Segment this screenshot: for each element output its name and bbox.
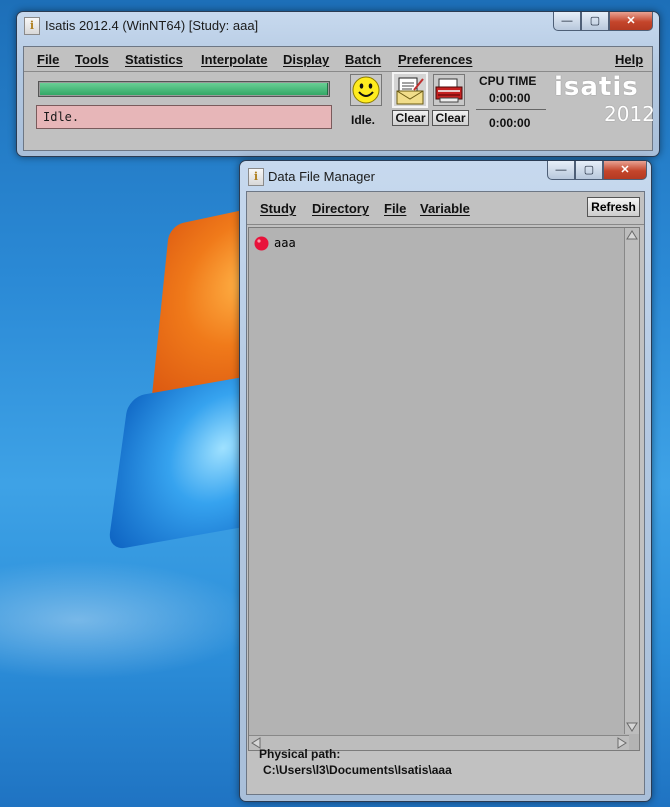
menu-tools[interactable]: Tools xyxy=(75,52,109,67)
dfm-menu-directory[interactable]: Directory xyxy=(312,201,369,216)
main-window-title: Isatis 2012.4 (WinNT64) [Study: aaa] xyxy=(45,18,259,33)
cpu-time-value-1: 0:00:00 xyxy=(489,91,531,105)
dfm-window-title: Data File Manager xyxy=(268,169,375,184)
smiley-button[interactable] xyxy=(350,74,382,106)
data-file-manager-window: i Data File Manager — ▢ ✕ Study Director… xyxy=(239,160,652,802)
mail-icon xyxy=(396,77,424,105)
close-button[interactable]: ✕ xyxy=(609,12,653,31)
main-menubar: File Tools Statistics Interpolate Displa… xyxy=(24,47,652,72)
menu-interpolate[interactable]: Interpolate xyxy=(201,52,267,67)
dfm-menu-file[interactable]: File xyxy=(384,201,406,216)
brand-year: 2012 xyxy=(604,102,655,126)
progress-fill xyxy=(40,83,328,95)
physical-path-label: Physical path: xyxy=(259,747,341,761)
dfm-app-icon: i xyxy=(248,168,264,186)
menu-statistics[interactable]: Statistics xyxy=(125,52,183,67)
arrow-down-icon[interactable] xyxy=(625,720,639,734)
status-panel: Idle. Idle. Clear Clear CPU TIME 0:00:00… xyxy=(24,72,655,150)
dfm-menubar: Study Directory File Variable Refresh xyxy=(247,192,644,225)
dfm-minimize-button[interactable]: — xyxy=(547,161,575,180)
menu-display[interactable]: Display xyxy=(283,52,329,67)
vertical-scrollbar[interactable] xyxy=(624,228,639,734)
maximize-button[interactable]: ▢ xyxy=(581,12,609,31)
red-ball-icon xyxy=(254,236,269,250)
desktop-glow xyxy=(0,560,260,680)
isatis-main-window: i Isatis 2012.4 (WinNT64) [Study: aaa] —… xyxy=(16,11,660,157)
clear-messages-button[interactable]: Clear xyxy=(392,110,429,126)
physical-path-value: C:\Users\l3\Documents\Isatis\aaa xyxy=(263,763,452,777)
cpu-time-value-2: 0:00:00 xyxy=(489,116,531,130)
menu-help[interactable]: Help xyxy=(615,52,643,67)
dfm-maximize-button[interactable]: ▢ xyxy=(575,161,603,180)
printer-button[interactable] xyxy=(433,74,465,106)
dfm-close-button[interactable]: ✕ xyxy=(603,161,647,180)
cpu-separator xyxy=(476,109,546,110)
printer-icon xyxy=(435,78,463,103)
minimize-button[interactable]: — xyxy=(553,12,581,31)
arrow-up-icon[interactable] xyxy=(625,228,639,242)
dfm-menu-variable[interactable]: Variable xyxy=(420,201,470,216)
dfm-titlebar[interactable]: i Data File Manager — ▢ ✕ xyxy=(240,161,651,189)
main-titlebar[interactable]: i Isatis 2012.4 (WinNT64) [Study: aaa] —… xyxy=(17,12,659,40)
dfm-client-area: Study Directory File Variable Refresh aa… xyxy=(246,191,645,795)
main-client-area: File Tools Statistics Interpolate Displa… xyxy=(23,46,655,151)
messages-button[interactable] xyxy=(392,72,428,108)
status-text: Idle. xyxy=(36,105,332,129)
smiley-icon xyxy=(352,76,380,104)
smiley-label: Idle. xyxy=(351,113,376,127)
arrow-right-icon[interactable] xyxy=(615,736,629,750)
brand-name: isatis xyxy=(554,72,639,102)
cpu-time-title: CPU TIME xyxy=(479,74,537,88)
menu-preferences[interactable]: Preferences xyxy=(398,52,472,67)
refresh-button[interactable]: Refresh xyxy=(587,197,640,217)
progress-bar xyxy=(38,81,330,97)
clear-output-button[interactable]: Clear xyxy=(432,110,469,126)
list-item[interactable]: aaa xyxy=(254,235,296,251)
app-icon: i xyxy=(24,17,40,35)
menu-file[interactable]: File xyxy=(37,52,59,67)
tree-item-label: aaa xyxy=(274,236,296,250)
study-tree[interactable]: aaa xyxy=(248,227,640,751)
dfm-menu-study[interactable]: Study xyxy=(260,201,296,216)
menu-batch[interactable]: Batch xyxy=(345,52,381,67)
